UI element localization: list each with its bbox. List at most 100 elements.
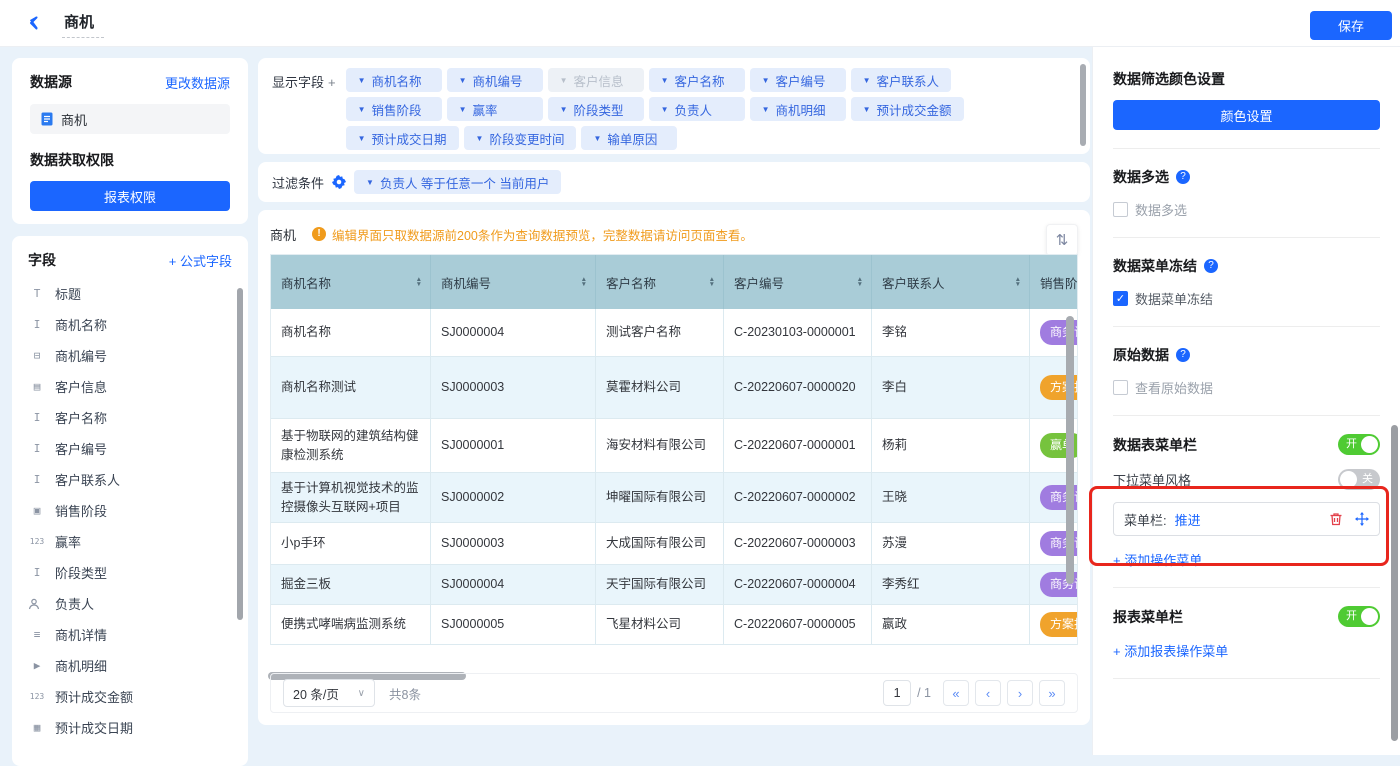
report-menubar-toggle[interactable]: 开 bbox=[1338, 606, 1380, 627]
table-row[interactable]: 小p手环SJ0000003大成国际有限公司C-20220607-0000003苏… bbox=[271, 523, 1077, 565]
help-icon[interactable]: ? bbox=[1176, 348, 1190, 362]
table-vertical-scrollbar[interactable] bbox=[1066, 316, 1074, 584]
page-size-select[interactable]: 20 条/页∨ bbox=[283, 679, 375, 707]
field-item-label: 标题 bbox=[55, 284, 81, 303]
caret-down-icon: ▼ bbox=[762, 76, 770, 85]
menu-item-label: 菜单栏: bbox=[1124, 510, 1167, 529]
table-cell: C-20220607-0000004 bbox=[724, 565, 872, 605]
add-action-menu-link[interactable]: + 添加操作菜单 bbox=[1113, 550, 1380, 569]
display-field-tag[interactable]: ▼商机明细 bbox=[750, 97, 846, 121]
field-item[interactable]: 123赢率 bbox=[28, 526, 232, 557]
back-button[interactable] bbox=[26, 15, 42, 31]
display-field-tag[interactable]: ▼客户联系人 bbox=[851, 68, 951, 92]
change-datasource-link[interactable]: 更改数据源 bbox=[165, 73, 230, 92]
column-sort-icon[interactable]: ▲▼ bbox=[857, 277, 863, 287]
display-field-tag[interactable]: ▼输单原因 bbox=[581, 126, 677, 150]
menu-freeze-checkbox[interactable]: ✓ bbox=[1113, 291, 1128, 306]
menu-item-value[interactable]: 推进 bbox=[1175, 510, 1201, 529]
field-item[interactable]: I客户联系人 bbox=[28, 464, 232, 495]
datasource-card: 数据源 更改数据源 商机 数据获取权限 报表权限 bbox=[12, 58, 248, 224]
fields-title: 字段 bbox=[28, 250, 56, 270]
display-field-tag[interactable]: ▼负责人 bbox=[649, 97, 745, 121]
table-row[interactable]: 商机名称测试SJ0000003莫霍材料公司C-20220607-0000020李… bbox=[271, 357, 1077, 419]
field-item[interactable]: I客户名称 bbox=[28, 402, 232, 433]
toggle-knob bbox=[1340, 471, 1357, 488]
display-field-tag[interactable]: ▼预计成交日期 bbox=[346, 126, 459, 150]
serial-icon: ⊟ bbox=[28, 349, 46, 362]
move-icon[interactable] bbox=[1355, 512, 1369, 526]
column-sort-icon[interactable]: ▲▼ bbox=[581, 277, 587, 287]
field-item[interactable]: ▶商机明细 bbox=[28, 650, 232, 681]
field-item[interactable]: 负责人 bbox=[28, 588, 232, 619]
field-item[interactable]: T标题 bbox=[28, 278, 232, 309]
field-item[interactable]: ▤客户信息 bbox=[28, 371, 232, 402]
next-page-button[interactable]: › bbox=[1007, 680, 1033, 706]
field-item[interactable]: ≡商机详情 bbox=[28, 619, 232, 650]
report-permission-button[interactable]: 报表权限 bbox=[30, 181, 230, 211]
table-cell: 商机名称测试 bbox=[271, 357, 431, 419]
formula-field-link[interactable]: + 公式字段 bbox=[169, 251, 232, 270]
field-item[interactable]: ▣销售阶段 bbox=[28, 495, 232, 526]
table-menubar-toggle[interactable]: 开 bbox=[1338, 434, 1380, 455]
display-field-tag[interactable]: ▼阶段变更时间 bbox=[464, 126, 577, 150]
caret-down-icon: ▼ bbox=[661, 105, 669, 114]
table-cell: 嬴政 bbox=[872, 605, 1030, 645]
field-item[interactable]: ⊟商机编号 bbox=[28, 340, 232, 371]
display-field-tag[interactable]: ▼商机名称 bbox=[346, 68, 442, 92]
field-item[interactable]: I客户编号 bbox=[28, 433, 232, 464]
text-icon: I bbox=[28, 473, 46, 486]
last-page-button[interactable]: » bbox=[1039, 680, 1065, 706]
filter-condition-tag[interactable]: ▼ 负责人 等于任意一个 当前用户 bbox=[354, 170, 561, 194]
column-header: 商机编号▲▼ bbox=[431, 255, 596, 309]
display-field-tag[interactable]: ▼客户信息 bbox=[548, 68, 644, 92]
fields-scrollbar[interactable] bbox=[237, 288, 243, 620]
display-field-tag[interactable]: ▼阶段类型 bbox=[548, 97, 644, 121]
dropdown-style-toggle[interactable]: 关 bbox=[1338, 469, 1380, 490]
help-icon[interactable]: ? bbox=[1204, 259, 1218, 273]
display-field-tag[interactable]: ▼商机编号 bbox=[447, 68, 543, 92]
display-field-tag[interactable]: ▼客户名称 bbox=[649, 68, 745, 92]
column-sort-icon[interactable]: ▲▼ bbox=[1015, 277, 1021, 287]
field-item[interactable]: I商机名称 bbox=[28, 309, 232, 340]
trash-icon[interactable] bbox=[1329, 512, 1343, 526]
table-cell: 测试客户名称 bbox=[596, 309, 724, 357]
table-row[interactable]: 商机名称SJ0000004测试客户名称C-20230103-0000001李铭商… bbox=[271, 309, 1077, 357]
sort-order-button[interactable]: ⇅ bbox=[1046, 224, 1078, 256]
menu-item-row[interactable]: 菜单栏: 推进 bbox=[1113, 502, 1380, 536]
table-row[interactable]: 掘金三板SJ0000004天宇国际有限公司C-20220607-0000004李… bbox=[271, 565, 1077, 605]
table-row[interactable]: 便携式哮喘病监测系统SJ0000005飞星材料公司C-20220607-0000… bbox=[271, 605, 1077, 645]
prev-page-button[interactable]: ‹ bbox=[975, 680, 1001, 706]
text-icon: I bbox=[28, 411, 46, 424]
help-icon[interactable]: ? bbox=[1176, 170, 1190, 184]
gear-icon[interactable] bbox=[332, 175, 346, 189]
table-menubar-title: 数据表菜单栏 bbox=[1113, 435, 1197, 455]
column-sort-icon[interactable]: ▲▼ bbox=[416, 277, 422, 287]
table-row[interactable]: 基于物联网的建筑结构健康检测系统SJ0000001海安材料有限公司C-20220… bbox=[271, 419, 1077, 473]
color-settings-button[interactable]: 颜色设置 bbox=[1113, 100, 1380, 130]
add-display-field-button[interactable]: + bbox=[328, 75, 336, 90]
add-report-menu-link[interactable]: + 添加报表操作菜单 bbox=[1113, 641, 1380, 660]
raw-data-checkbox[interactable] bbox=[1113, 380, 1128, 395]
caret-down-icon: ▼ bbox=[863, 76, 871, 85]
page-number-input[interactable]: 1 bbox=[883, 680, 911, 706]
display-field-tag[interactable]: ▼销售阶段 bbox=[346, 97, 442, 121]
page-total: / 1 bbox=[917, 686, 931, 700]
display-scrollbar[interactable] bbox=[1080, 64, 1086, 146]
datasource-item[interactable]: 商机 bbox=[30, 104, 230, 134]
display-field-tag[interactable]: ▼预计成交金额 bbox=[851, 97, 964, 121]
display-field-tag[interactable]: ▼赢率 bbox=[447, 97, 543, 121]
table-cell: C-20220607-0000003 bbox=[724, 523, 872, 565]
display-field-tag[interactable]: ▼客户编号 bbox=[750, 68, 846, 92]
data-table: 商机名称▲▼商机编号▲▼客户名称▲▼客户编号▲▼客户联系人▲▼销售阶段▲▼商机名… bbox=[270, 254, 1078, 645]
multi-select-checkbox[interactable] bbox=[1113, 202, 1128, 217]
field-item-label: 预计成交日期 bbox=[55, 718, 133, 737]
field-item[interactable]: 123预计成交金额 bbox=[28, 681, 232, 712]
panel-scrollbar[interactable] bbox=[1391, 425, 1398, 741]
display-field-tags: ▼商机名称▼商机编号▼客户信息▼客户名称▼客户编号▼客户联系人▼销售阶段▼赢率▼… bbox=[346, 68, 964, 150]
column-sort-icon[interactable]: ▲▼ bbox=[709, 277, 715, 287]
table-row[interactable]: 基于计算机视觉技术的监控摄像头互联网+项目SJ0000002坤曜国际有限公司C-… bbox=[271, 473, 1077, 523]
save-button[interactable]: 保存 bbox=[1310, 11, 1392, 40]
first-page-button[interactable]: « bbox=[943, 680, 969, 706]
field-item[interactable]: I阶段类型 bbox=[28, 557, 232, 588]
field-item[interactable]: ▦预计成交日期 bbox=[28, 712, 232, 743]
